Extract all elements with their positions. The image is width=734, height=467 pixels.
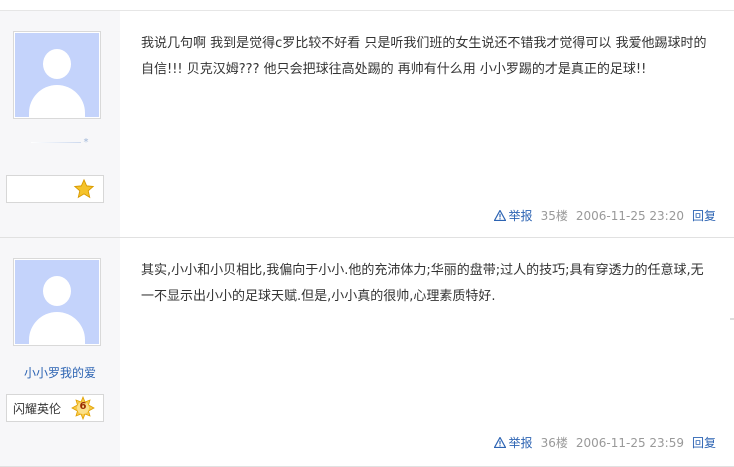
scroll-edge [730, 318, 734, 320]
post-36: 小小罗我的爱 闪耀英伦 6 其实,小小和小贝相比,我偏向于小小.他的充沛体力;华… [0, 238, 734, 467]
avatar[interactable] [13, 258, 101, 346]
post-35: * 我说几句啊 我到是觉得c罗比较不好看 只是听我们班的女生说还不错我才觉得可以… [0, 11, 734, 238]
user-sidebar: * [0, 11, 120, 237]
post-time: 2006-11-25 23:59 [575, 435, 684, 450]
user-badge[interactable]: 闪耀英伦 6 [6, 394, 104, 422]
default-avatar-icon [15, 33, 99, 117]
post-content: 其实,小小和小贝相比,我偏向于小小.他的充沛体力;华丽的盘带;过人的技巧;具有穿… [141, 263, 704, 304]
top-divider [0, 0, 734, 11]
reply-link[interactable]: 回复 [692, 434, 716, 451]
post-meta: 举报 36楼 2006-11-25 23:59 回复 [493, 434, 716, 451]
default-avatar-icon [15, 260, 99, 344]
username[interactable]: * [0, 137, 120, 148]
user-badge[interactable] [6, 175, 104, 203]
warning-icon [493, 437, 506, 448]
star-icon [73, 178, 95, 199]
badge-label: 闪耀英伦 [13, 402, 62, 416]
username[interactable]: 小小罗我的爱 [0, 364, 120, 381]
username-text[interactable]: * [84, 137, 90, 148]
warning-icon [493, 210, 506, 221]
report-label[interactable]: 举报 [509, 434, 533, 451]
floor-number: 35楼 [540, 209, 568, 223]
avatar[interactable] [13, 31, 101, 119]
post-time: 2006-11-25 23:20 [575, 208, 684, 223]
floor-number: 36楼 [540, 436, 568, 450]
report-link[interactable]: 举报 [493, 434, 533, 451]
report-link[interactable]: 举报 [493, 207, 533, 224]
post-meta: 举报 35楼 2006-11-25 23:20 回复 [493, 207, 716, 224]
reply-link[interactable]: 回复 [692, 207, 716, 224]
blurred-name [30, 141, 81, 143]
user-sidebar: 小小罗我的爱 闪耀英伦 6 [0, 238, 120, 466]
post-content: 我说几句啊 我到是觉得c罗比较不好看 只是听我们班的女生说还不错我才觉得可以 我… [141, 36, 707, 77]
report-label[interactable]: 举报 [509, 207, 533, 224]
level-number: 6 [79, 401, 87, 412]
